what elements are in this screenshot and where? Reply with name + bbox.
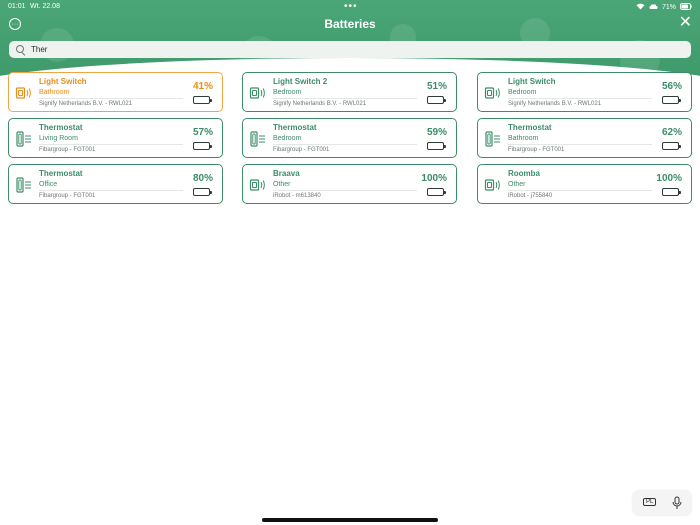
- device-manufacturer: iRobot - j755840: [508, 193, 553, 199]
- light-switch-icon: [15, 84, 33, 102]
- device-card[interactable]: Braava Other iRobot - m613840 100%: [242, 164, 457, 204]
- multitasking-dots-icon[interactable]: •••: [344, 1, 358, 12]
- device-card[interactable]: Thermostat Living Room Fibargroup - FGT001…: [8, 118, 223, 158]
- wifi-icon: [636, 3, 645, 12]
- battery-percentage: 62%: [661, 127, 682, 138]
- device-name: Roomba: [508, 169, 540, 178]
- battery-percentage: 100%: [656, 173, 682, 184]
- device-room: Living Room: [39, 135, 78, 142]
- battery-percentage: 41%: [192, 81, 213, 92]
- device-manufacturer: Signify Netherlands B.V. - RWL021: [273, 101, 367, 107]
- device-card[interactable]: Light Switch Bedroom Signify Netherlands B…: [477, 72, 692, 112]
- device-room: Bathroom: [39, 89, 70, 96]
- status-time: 01:01: [8, 3, 26, 10]
- device-manufacturer: Signify Netherlands B.V. - RWL021: [508, 101, 602, 107]
- divider: [508, 98, 652, 99]
- battery-percentage: 59%: [426, 127, 447, 138]
- battery-percentage: 56%: [661, 81, 682, 92]
- header: 01:01 Wt. 22.08 ••• 71% ··· Batteries ✕: [0, 0, 700, 82]
- battery-icon: [662, 188, 681, 196]
- device-manufacturer: Signify Netherlands B.V. - RWL021: [39, 101, 133, 107]
- device-name: Light Switch 2: [273, 77, 328, 86]
- battery-icon: [193, 96, 212, 104]
- device-room: Bedroom: [273, 89, 302, 96]
- close-icon: ✕: [678, 14, 692, 31]
- home-indicator[interactable]: [262, 518, 438, 522]
- device-card[interactable]: Thermostat Bedroom Fibargroup - FGT001 59%: [242, 118, 457, 158]
- divider: [273, 144, 417, 145]
- device-card[interactable]: Light Switch Bathroom Signify Netherlands …: [8, 72, 223, 112]
- thermostat-icon: [484, 130, 502, 148]
- divider: [273, 98, 417, 99]
- device-name: Thermostat: [39, 123, 83, 132]
- battery-icon: [193, 142, 212, 150]
- device-name: Light Switch: [39, 77, 87, 86]
- thermostat-icon: [249, 130, 267, 148]
- battery-percentage: 80%: [192, 173, 213, 184]
- divider: [39, 190, 183, 191]
- device-manufacturer: iRobot - m613840: [273, 193, 321, 199]
- device-card[interactable]: Light Switch 2 Bedroom Signify Netherlands…: [242, 72, 457, 112]
- light-switch-icon: [249, 176, 267, 194]
- device-name: Thermostat: [39, 169, 83, 178]
- battery-percentage: 57%: [192, 127, 213, 138]
- battery-icon: [193, 188, 212, 196]
- device-room: Other: [273, 181, 291, 188]
- keyboard-shortcut-bar: PL: [633, 491, 691, 515]
- keyboard-language-button[interactable]: PL: [643, 498, 657, 506]
- status-date: Wt. 22.08: [30, 3, 60, 10]
- battery-icon: [427, 142, 446, 150]
- device-manufacturer: Fibargroup - FGT001: [508, 147, 565, 153]
- device-name: Light Switch: [508, 77, 556, 86]
- divider: [39, 98, 183, 99]
- divider: [508, 190, 652, 191]
- light-switch-icon: [249, 84, 267, 102]
- device-room: Bathroom: [508, 135, 539, 142]
- battery-icon: [427, 188, 446, 196]
- car-icon: [649, 4, 658, 12]
- divider: [39, 144, 183, 145]
- device-room: Other: [508, 181, 526, 188]
- battery-icon: [662, 142, 681, 150]
- device-card[interactable]: Roomba Other iRobot - j755840 100%: [477, 164, 692, 204]
- close-button[interactable]: ✕: [679, 15, 692, 31]
- battery-percentage: 51%: [426, 81, 447, 92]
- light-switch-icon: [484, 84, 502, 102]
- device-manufacturer: Fibargroup - FGT001: [39, 193, 96, 199]
- battery-icon: [662, 96, 681, 104]
- device-room: Bedroom: [508, 89, 537, 96]
- microphone-icon[interactable]: [671, 496, 683, 510]
- device-name: Braava: [273, 169, 300, 178]
- device-name: Thermostat: [273, 123, 317, 132]
- battery-percentage: 100%: [421, 173, 447, 184]
- battery-percentage: 71%: [661, 4, 676, 11]
- device-room: Bedroom: [273, 135, 302, 142]
- device-card[interactable]: Thermostat Office Fibargroup - FGT001 80%: [8, 164, 223, 204]
- thermostat-icon: [15, 176, 33, 194]
- page-title: Batteries: [324, 17, 376, 31]
- divider: [508, 144, 652, 145]
- device-manufacturer: Fibargroup - FGT001: [273, 147, 330, 153]
- search-icon: [16, 45, 25, 54]
- battery-icon: [427, 96, 446, 104]
- search-bar[interactable]: [9, 41, 691, 58]
- device-card[interactable]: Thermostat Bathroom Fibargroup - FGT001 62%: [477, 118, 692, 158]
- search-input[interactable]: [31, 45, 671, 54]
- divider: [273, 190, 417, 191]
- status-indicators: 71%: [636, 3, 692, 12]
- device-room: Office: [39, 181, 58, 188]
- device-name: Thermostat: [508, 123, 552, 132]
- device-manufacturer: Fibargroup - FGT001: [39, 147, 96, 153]
- light-switch-icon: [484, 176, 502, 194]
- battery-charging-icon: [680, 3, 692, 12]
- thermostat-icon: [15, 130, 33, 148]
